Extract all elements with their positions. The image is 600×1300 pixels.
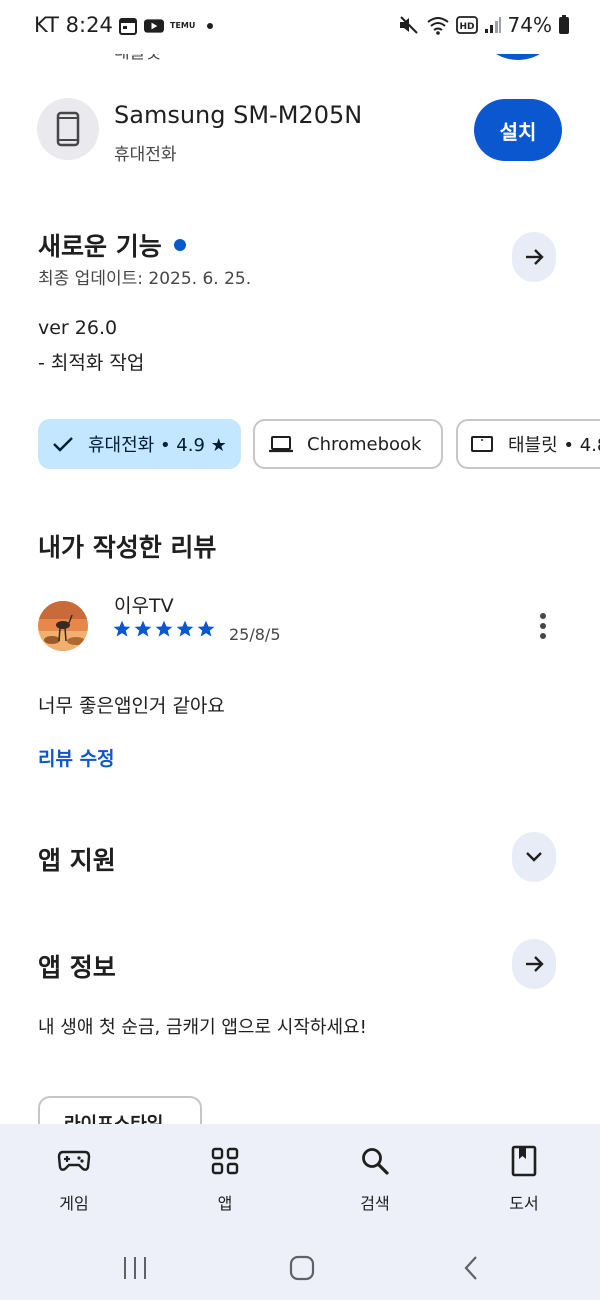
phone-device-icon	[37, 98, 99, 160]
apps-grid-icon	[211, 1147, 239, 1175]
whats-new-arrow-button[interactable]	[512, 232, 556, 282]
chip-chromebook-label: Chromebook	[307, 433, 422, 455]
device-type: 휴대전화	[114, 145, 177, 165]
app-support-title[interactable]: 앱 지원	[38, 841, 116, 877]
youtube-icon	[144, 19, 164, 33]
star-icon	[176, 620, 194, 637]
star-icon	[134, 620, 152, 637]
chip-tablet-label: 태블릿 • 4.8	[508, 435, 600, 456]
whats-new-heading[interactable]: 새로운 기능	[38, 227, 186, 263]
system-navigation-bar	[0, 1234, 600, 1300]
laptop-icon	[269, 436, 293, 453]
nav-books[interactable]: 도서	[474, 1124, 574, 1234]
recent-apps-button[interactable]	[110, 1248, 160, 1288]
reviewer-name: 이우TV	[114, 595, 174, 617]
star-icon	[113, 620, 131, 637]
nav-apps-label: 앱	[217, 1194, 233, 1213]
edit-review-link[interactable]: 리뷰 수정	[38, 744, 115, 771]
avatar	[38, 601, 88, 651]
review-text: 너무 좋은앱인거 같아요	[38, 695, 225, 717]
calendar-icon	[119, 18, 137, 35]
star-icon	[155, 620, 173, 637]
search-icon	[362, 1148, 389, 1175]
star-rating	[112, 619, 216, 639]
nav-games[interactable]: 게임	[24, 1124, 124, 1234]
nav-search-label: 검색	[360, 1194, 390, 1213]
new-indicator-dot	[173, 239, 186, 251]
chip-tablet[interactable]: 태블릿 • 4.8	[456, 419, 600, 469]
app-info-title[interactable]: 앱 정보	[38, 948, 116, 984]
hd-icon: HD	[455, 16, 478, 34]
gamepad-icon	[57, 1150, 91, 1171]
home-icon	[289, 1255, 315, 1281]
install-button[interactable]: 설치	[474, 99, 562, 161]
app-description: 내 생애 첫 순금, 금캐기 앱으로 시작하세요!	[38, 1017, 367, 1038]
last-updated: 최종 업데이트: 2025. 6. 25.	[38, 269, 252, 289]
arrow-right-icon	[526, 249, 544, 265]
star-icon	[197, 620, 215, 637]
arrow-right-icon	[526, 956, 544, 972]
device-name: Samsung SM-M205N	[114, 101, 363, 129]
temu-icon: TEMU	[170, 21, 196, 30]
tablet-icon	[471, 436, 493, 452]
wifi-icon	[426, 17, 449, 35]
battery-percent: 74%	[507, 13, 552, 37]
bottom-navigation: 게임 앱 검색 도서	[0, 1124, 600, 1234]
back-icon	[464, 1256, 477, 1280]
chevron-down-icon	[526, 852, 542, 862]
signal-icon	[484, 17, 501, 33]
nav-apps[interactable]: 앱	[175, 1124, 275, 1234]
battery-icon	[559, 15, 569, 34]
release-version: ver 26.0	[38, 317, 118, 339]
svg-text:HD: HD	[459, 22, 474, 32]
whats-new-title: 새로운 기능	[38, 232, 162, 261]
recent-apps-icon	[124, 1257, 146, 1279]
nav-books-label: 도서	[509, 1194, 539, 1213]
chip-phone[interactable]: 휴대전화 • 4.9 ★	[38, 419, 241, 469]
nav-games-label: 게임	[59, 1194, 89, 1213]
home-button[interactable]	[277, 1248, 327, 1288]
more-options-icon[interactable]	[528, 606, 558, 646]
nav-search[interactable]: 검색	[325, 1124, 425, 1234]
book-icon	[511, 1145, 537, 1177]
back-button[interactable]	[446, 1248, 496, 1288]
mute-icon	[399, 16, 418, 34]
chip-chromebook[interactable]: Chromebook	[253, 419, 443, 469]
review-date: 25/8/5	[229, 625, 281, 644]
release-note: - 최적화 작업	[38, 352, 145, 374]
notification-dot	[207, 23, 214, 29]
device-row: Samsung SM-M205N 휴대전화 설치	[0, 96, 600, 166]
app-support-expand-button[interactable]	[512, 832, 556, 882]
status-bar: KT 8:24 TEMU HD 74%	[0, 0, 600, 54]
check-icon	[53, 437, 73, 452]
my-review-title: 내가 작성한 리뷰	[38, 533, 217, 562]
chip-phone-label: 휴대전화 • 4.9 ★	[88, 435, 227, 456]
app-info-arrow-button[interactable]	[512, 939, 556, 989]
status-time: KT 8:24	[34, 13, 113, 37]
